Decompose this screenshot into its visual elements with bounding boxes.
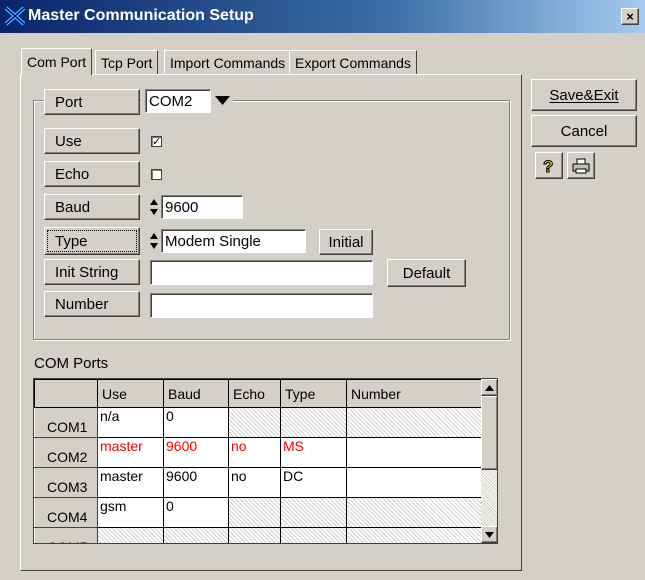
tab-label: Export Commands (295, 54, 411, 71)
table-row[interactable]: COM3 master 9600 no DC (34, 467, 482, 498)
column-header-type[interactable]: Type (280, 379, 347, 408)
echo-checkbox[interactable] (151, 169, 162, 180)
init-string-label: Init String (44, 259, 140, 285)
cell-use[interactable]: master (97, 467, 164, 498)
checkmark-icon: ✓ (152, 136, 162, 148)
grid-header-row: Use Baud Echo Type Number (34, 379, 482, 408)
table-row[interactable]: COM5 (34, 527, 482, 543)
scroll-down-button[interactable] (481, 526, 497, 543)
app-icon (4, 6, 26, 26)
column-header-baud[interactable]: Baud (163, 379, 229, 408)
tab-label: Com Port (27, 54, 87, 70)
close-icon: × (626, 9, 634, 24)
print-button[interactable] (567, 152, 595, 179)
cell-echo[interactable]: no (228, 437, 281, 468)
column-header-number[interactable]: Number (346, 379, 482, 408)
row-header[interactable]: COM1 (34, 407, 98, 438)
grid-corner (34, 379, 98, 408)
cell-baud[interactable] (163, 527, 229, 543)
scroll-thumb[interactable] (481, 396, 497, 470)
number-input[interactable] (150, 293, 373, 318)
row-header[interactable]: COM2 (34, 437, 98, 468)
cell-number[interactable] (346, 407, 482, 438)
save-exit-label: Save&Exit (549, 86, 619, 104)
use-checkbox[interactable]: ✓ (151, 136, 162, 148)
port-select[interactable]: COM2 (141, 88, 233, 114)
tab-import-commands[interactable]: Import Commands (164, 50, 292, 74)
cell-echo[interactable]: no (228, 467, 281, 498)
cell-number[interactable] (346, 527, 482, 543)
cell-type[interactable]: DC (280, 467, 347, 498)
cell-baud[interactable]: 0 (163, 407, 229, 438)
baud-input[interactable]: 9600 (161, 195, 243, 219)
type-label: Type (44, 227, 140, 255)
tab-com-port[interactable]: Com Port (21, 48, 93, 75)
row-header[interactable]: COM4 (34, 497, 98, 528)
arrow-down-icon (485, 531, 494, 538)
cell-baud[interactable]: 9600 (163, 467, 229, 498)
cell-number[interactable] (346, 437, 482, 468)
print-icon (572, 158, 590, 173)
close-button[interactable]: × (621, 8, 639, 25)
help-icon: ? (543, 157, 554, 175)
cancel-label: Cancel (560, 122, 608, 140)
cell-baud[interactable]: 0 (163, 497, 229, 528)
tab-label: Tcp Port (101, 54, 153, 71)
save-exit-button[interactable]: Save&Exit (531, 79, 637, 111)
cell-echo[interactable] (228, 497, 281, 528)
tab-tcp-port[interactable]: Tcp Port (95, 50, 159, 74)
cell-number[interactable] (346, 497, 482, 528)
tab-label: Import Commands (170, 54, 286, 71)
cell-echo[interactable] (228, 527, 281, 543)
column-header-use[interactable]: Use (97, 379, 164, 408)
default-button[interactable]: Default (387, 259, 466, 287)
scroll-up-button[interactable] (481, 379, 497, 396)
cell-use[interactable]: master (97, 437, 164, 468)
baud-spinner-icon[interactable] (149, 197, 159, 217)
cell-type[interactable] (280, 407, 347, 438)
arrow-up-icon (485, 384, 494, 391)
type-input[interactable]: Modem Single (161, 229, 306, 253)
row-header[interactable]: COM3 (34, 467, 98, 498)
row-header[interactable]: COM5 (34, 527, 98, 543)
cell-echo[interactable] (228, 407, 281, 438)
com-ports-title: COM Ports (34, 355, 109, 372)
cell-baud[interactable]: 9600 (163, 437, 229, 468)
chevron-down-icon[interactable] (215, 96, 230, 106)
port-label: Port (44, 89, 140, 115)
cancel-button[interactable]: Cancel (531, 115, 637, 147)
cell-type[interactable] (280, 527, 347, 543)
cell-use[interactable]: gsm (97, 497, 164, 528)
cell-number[interactable] (346, 467, 482, 498)
initial-button[interactable]: Initial (319, 229, 373, 255)
help-button[interactable]: ? (535, 152, 563, 179)
table-row[interactable]: COM2 master 9600 no MS (34, 437, 482, 468)
echo-label: Echo (44, 161, 140, 187)
column-header-echo[interactable]: Echo (228, 379, 281, 408)
window-title: Master Communication Setup (28, 7, 254, 24)
cell-type[interactable]: MS (280, 437, 347, 468)
cell-use[interactable] (97, 527, 164, 543)
table-row[interactable]: COM4 gsm 0 (34, 497, 482, 528)
svg-text:?: ? (543, 157, 553, 175)
com-ports-grid[interactable]: Use Baud Echo Type Number COM1 n/a 0 COM… (33, 378, 498, 544)
type-spinner-icon[interactable] (149, 231, 159, 251)
port-select-value: COM2 (145, 89, 211, 113)
title-bar: Master Communication Setup × (0, 0, 645, 33)
tab-export-commands[interactable]: Export Commands (289, 50, 417, 74)
baud-label: Baud (44, 194, 140, 220)
number-label: Number (44, 291, 140, 317)
vertical-scrollbar[interactable] (481, 379, 497, 543)
use-label: Use (44, 128, 140, 154)
cell-use[interactable]: n/a (97, 407, 164, 438)
table-row[interactable]: COM1 n/a 0 (34, 407, 482, 438)
cell-type[interactable] (280, 497, 347, 528)
init-string-input[interactable] (150, 260, 373, 285)
